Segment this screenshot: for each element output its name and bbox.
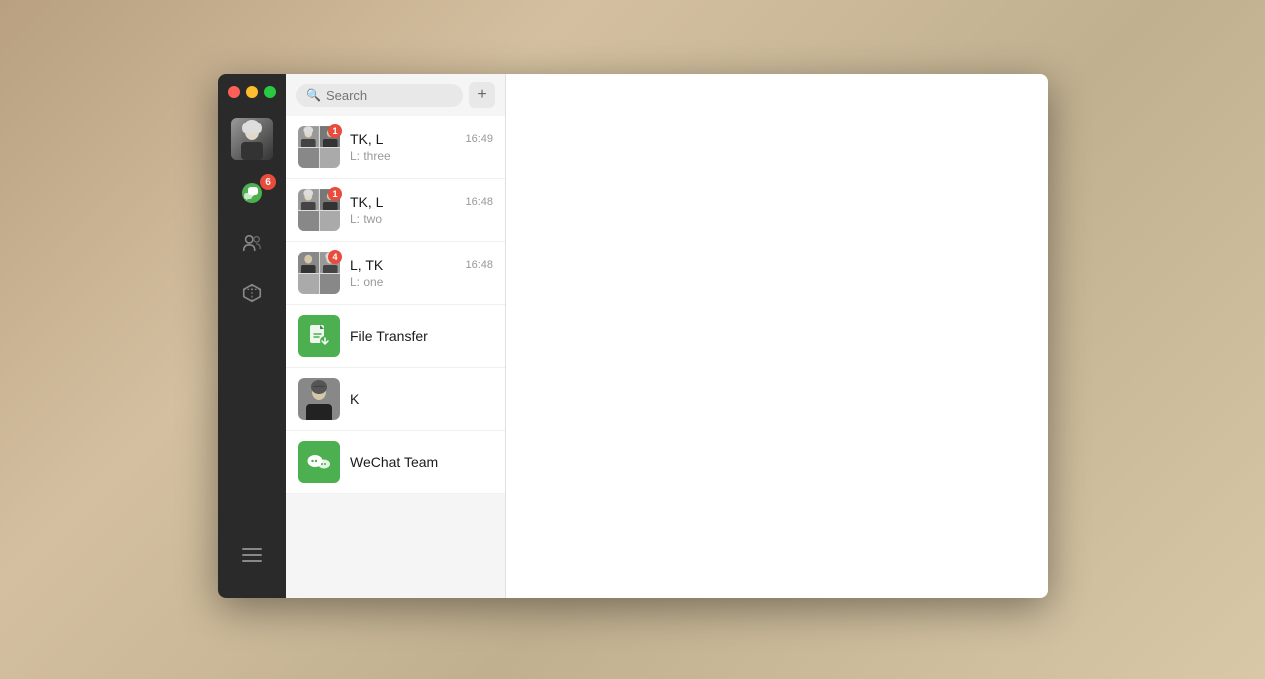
sidebar-item-chats[interactable]: 6 (218, 168, 286, 218)
chat-info: File Transfer (350, 328, 493, 344)
chat-info: K (350, 391, 493, 407)
chat-info: WeChat Team (350, 454, 493, 470)
chat-name-row: K (350, 391, 493, 407)
hamburger-line-3 (242, 560, 262, 562)
user-avatar[interactable] (231, 118, 273, 160)
sidebar: 6 (218, 74, 286, 598)
close-button[interactable] (228, 86, 240, 98)
chat-info: L, TK 16:48 L: one (350, 257, 493, 289)
chat-name: File Transfer (350, 328, 428, 344)
hamburger-icon (232, 538, 272, 572)
chat-item[interactable]: 4 L, TK 16:48 L: one (286, 242, 505, 305)
avatar-cell (298, 148, 319, 169)
chat-name: TK, L (350, 194, 383, 210)
chats-badge: 6 (260, 174, 276, 190)
search-icon: 🔍 (306, 88, 321, 102)
chat-name: L, TK (350, 257, 383, 273)
chat-avatar (298, 315, 340, 357)
avatar-cell (320, 211, 341, 232)
search-bar[interactable]: 🔍 (296, 84, 463, 107)
chat-list-header: 🔍 + (286, 74, 505, 116)
chat-name: WeChat Team (350, 454, 438, 470)
chat-item[interactable]: 1 TK, L 16:49 L: three (286, 116, 505, 179)
sidebar-item-discover[interactable] (218, 268, 286, 318)
menu-button[interactable] (232, 526, 272, 584)
sidebar-bottom (232, 526, 272, 598)
avatar-cell (298, 252, 319, 273)
new-chat-button[interactable]: + (469, 82, 495, 108)
chat-avatar (298, 378, 340, 420)
chat-time: 16:48 (465, 196, 493, 208)
contacts-icon (239, 230, 265, 256)
chat-info: TK, L 16:49 L: three (350, 131, 493, 163)
chat-name: TK, L (350, 131, 383, 147)
chat-item[interactable]: File Transfer (286, 305, 505, 368)
chat-preview: L: two (350, 212, 493, 226)
chat-list-panel: 🔍 + (286, 74, 506, 598)
minimize-button[interactable] (246, 86, 258, 98)
chat-badge: 1 (328, 187, 342, 201)
chat-item[interactable]: 1 TK, L 16:48 L: two (286, 179, 505, 242)
chat-name-row: TK, L 16:49 (350, 131, 493, 147)
chat-badge: 4 (328, 250, 342, 264)
sidebar-item-contacts[interactable] (218, 218, 286, 268)
chat-name-row: TK, L 16:48 (350, 194, 493, 210)
chat-avatar (298, 441, 340, 483)
file-transfer-avatar (298, 315, 340, 357)
chat-name-row: L, TK 16:48 (350, 257, 493, 273)
chat-item[interactable]: WeChat Team (286, 431, 505, 494)
avatar-cell (320, 148, 341, 169)
avatar-cell (298, 189, 319, 210)
chat-name: K (350, 391, 359, 407)
chat-time: 16:49 (465, 133, 493, 145)
chat-item[interactable]: K (286, 368, 505, 431)
search-input[interactable] (326, 88, 453, 103)
chat-badge: 1 (328, 124, 342, 138)
maximize-button[interactable] (264, 86, 276, 98)
chat-info: TK, L 16:48 L: two (350, 194, 493, 226)
chat-preview: L: one (350, 275, 493, 289)
chat-name-row: WeChat Team (350, 454, 493, 470)
chat-list: 1 TK, L 16:49 L: three (286, 116, 505, 598)
wechat-avatar (298, 441, 340, 483)
app-window: 6 (218, 74, 1048, 598)
traffic-lights (218, 74, 286, 110)
avatar-cell (298, 274, 319, 295)
cube-icon (239, 280, 265, 306)
chat-preview: L: three (350, 149, 493, 163)
hamburger-line-1 (242, 548, 262, 550)
hamburger-line-2 (242, 554, 262, 556)
chat-time: 16:48 (465, 259, 493, 271)
chat-name-row: File Transfer (350, 328, 493, 344)
main-content (506, 74, 1048, 598)
avatar-cell (298, 211, 319, 232)
avatar-cell (298, 126, 319, 147)
avatar-cell (320, 274, 341, 295)
